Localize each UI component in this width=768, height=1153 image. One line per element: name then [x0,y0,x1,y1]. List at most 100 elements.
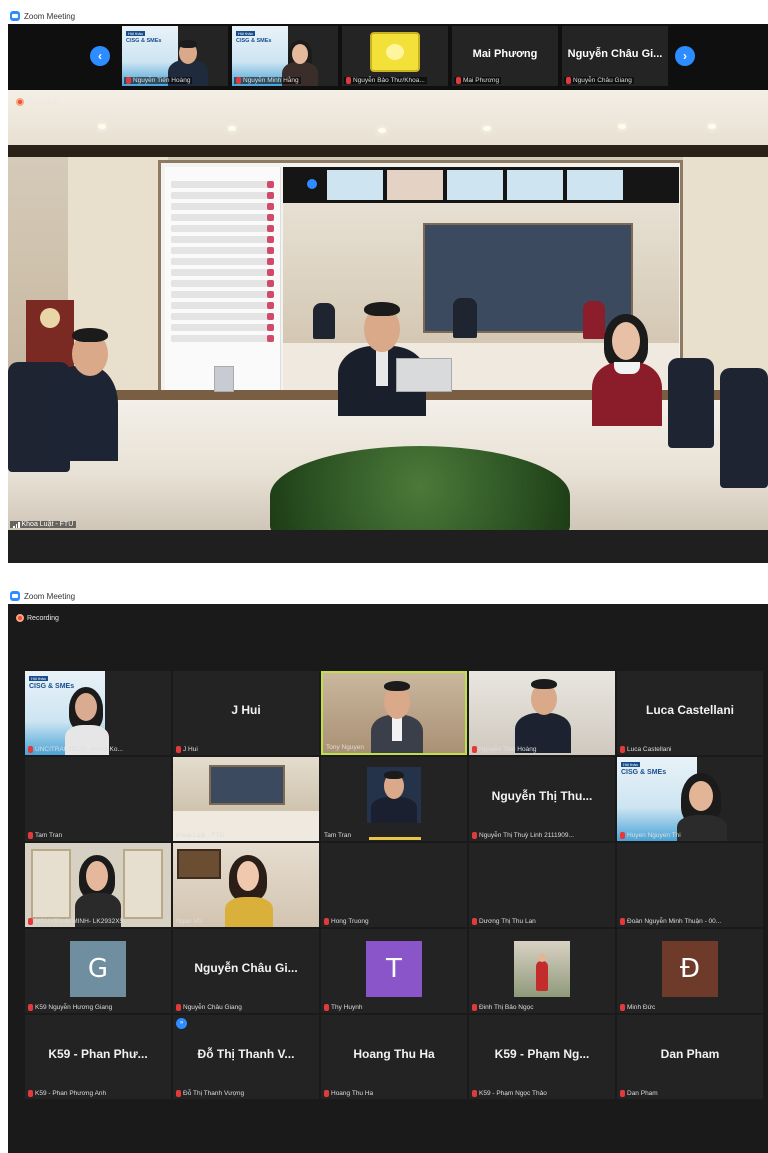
banner-tag: Hội thảo [29,676,48,681]
participant-tile[interactable]: Hong Truong [321,843,467,927]
participant-thumbnail[interactable]: Nguyễn Bảo Thư/Khoa... [342,26,448,86]
muted-mic-icon [472,832,477,839]
participant-tile[interactable]: Hội thảo CISG & SMEs Huyen Nguyen Thi [617,757,763,841]
banner-title: CISG & SMEs [29,683,75,690]
muted-mic-icon [28,1090,33,1097]
participant-name: Huyen Nguyen Thi [620,832,681,839]
window-title: Zoom Meeting [24,11,76,21]
participant-tile[interactable]: Khoa Luật - FTU [173,757,319,841]
participant-tile[interactable]: K59 - Phạm Ng... K59 - Phạm Ngọc Thảo [469,1015,615,1099]
zoom-logo-icon [10,11,20,21]
participant-tile[interactable]: T Thy Huynh [321,929,467,1013]
participant-tile[interactable]: Hoang Thu Ha Hoang Thu Ha [321,1015,467,1099]
window-title: Zoom Meeting [24,591,76,601]
participant-tile[interactable]: Ngan VU [173,843,319,927]
participant-thumbnail[interactable]: Hội thảo CISG & SMEs Nguyễn Minh Hằng [232,26,338,86]
participant-tile[interactable]: Nguyễn Châu Gi... Nguyễn Châu Giang [173,929,319,1013]
participant-name: Nguyễn Châu Giang [564,77,634,84]
participant-tile[interactable]: Đ Minh Đức [617,929,763,1013]
laptop [396,358,452,392]
banner-tag: Hội thảo [126,31,145,36]
shelf [123,849,163,919]
participant-thumbnail[interactable]: Nguyễn Châu Gi... Nguyễn Châu Giang [562,26,668,86]
recording-icon [16,614,24,622]
participant-tile[interactable]: Nguyễn Tiến Hoàng [469,671,615,755]
chevron-left-icon[interactable]: ‹ [90,46,110,66]
participant-tile[interactable]: Nguyễn Thị Thu... Nguyễn Thị Thuỳ Linh 2… [469,757,615,841]
recording-indicator[interactable]: Recording [16,614,59,622]
participant-name: Nguyễn Tiến Hoàng [472,746,536,753]
participant-tile[interactable]: Dương Thị Thu Lan [469,843,615,927]
muted-mic-icon [324,1090,329,1097]
zoom-window-speaker-view: Zoom Meeting ‹ Hội thảo CISG & SMEs Nguy… [8,8,768,563]
muted-mic-icon [346,77,351,84]
participant-display-name: Luca Castellani [645,703,735,717]
participant-display-name: Đỗ Thị Thanh V... [197,1047,295,1061]
avatar: Đ [662,941,718,997]
avatar-photo [514,941,570,997]
participant-name: Đinh Thị Bảo Ngọc [472,1004,533,1011]
participant-tile[interactable]: Đinh Thị Bảo Ngọc [469,929,615,1013]
banner-tag: Hội thảo [236,31,255,36]
window-titlebar: Zoom Meeting [8,8,768,24]
recording-indicator[interactable]: Recording [16,98,59,106]
participant-tile[interactable]: Đoàn Nguyễn Minh Thuận - 00... [617,843,763,927]
participant-display-name: J Hui [231,703,261,717]
participant-name: Hong Truong [324,918,369,925]
participant-display-name: Nguyễn Châu Gi... [567,48,663,60]
participant-name: Khoa Luật - FTU [176,832,225,839]
participant-strip: ‹ Hội thảo CISG & SMEs Nguyễn Tiến Hoàng… [8,24,768,90]
muted-mic-icon [472,918,477,925]
chevron-right-icon[interactable]: › [675,46,695,66]
muted-mic-icon [236,77,241,84]
zoom-window-gallery-view: Zoom Meeting Recording Hội thảo CISG & S… [8,588,768,1153]
muted-mic-icon [176,1004,181,1011]
laptop [214,366,234,392]
participant-display-name: Nguyễn Châu Gi... [194,961,298,975]
participant-name: K59 - Phạm Ngọc Thảo [472,1090,547,1097]
banner-title: CISG & SMEs [126,38,162,44]
muted-mic-icon [566,77,571,84]
chair [668,358,714,448]
participant-name: Dan Pham [620,1090,658,1097]
muted-mic-icon [126,77,131,84]
chair [720,368,768,488]
participant-display-name: Mai Phương [472,48,538,60]
participant-tile[interactable]: NGUYEN AI MINH- LK2932X5... [25,843,171,927]
sticker-avatar [370,32,420,72]
participant-name: NGUYEN AI MINH- LK2932X5... [28,918,129,925]
video-label: Khoa Luật - FTU [10,521,77,528]
muted-mic-icon [28,832,33,839]
muted-mic-icon [620,1004,625,1011]
participant-thumbnail[interactable]: Hội thảo CISG & SMEs Nguyễn Tiến Hoàng [122,26,228,86]
participant-thumbnail[interactable]: Mai Phương Mai Phương [452,26,558,86]
muted-mic-icon [176,1090,181,1097]
muted-mic-icon [472,1004,477,1011]
ceiling [8,90,768,145]
participant-tile-active-speaker[interactable]: Tony Nguyen [321,671,467,755]
participant-name: Tam Tran [324,832,352,839]
participant-name: Đoàn Nguyễn Minh Thuận - 00... [620,918,721,925]
banner-tag: Hội thảo [621,762,640,767]
participant-display-name: Nguyễn Thị Thu... [491,789,593,803]
muted-mic-icon [472,746,477,753]
active-speaker-video[interactable]: Khoa Luật - FTU [8,90,768,530]
participant-tile[interactable]: Dan Pham Dan Pham [617,1015,763,1099]
muted-mic-icon [28,1004,33,1011]
avatar: T [366,941,422,997]
muted-mic-icon [620,1090,625,1097]
participant-tile[interactable]: Tam Tran [25,757,171,841]
participant-tile[interactable]: Hội thảo CISG & SMEs UNCITRAL RCAP_Athir… [25,671,171,755]
participant-tile[interactable]: K59 - Phan Phư... K59 - Phan Phương Anh [25,1015,171,1099]
participant-name: K59 - Phan Phương Anh [28,1090,106,1097]
muted-mic-icon [28,746,33,753]
participant-tile[interactable]: » Đỗ Thị Thanh V... Đỗ Thị Thanh Vượng [173,1015,319,1099]
participant-tile[interactable]: Tam Tran [321,757,467,841]
room-screen [209,765,285,805]
muted-mic-icon [620,746,625,753]
screen-participant-panel [165,167,281,393]
participant-tile[interactable]: G K59 Nguyễn Hương Giang [25,929,171,1013]
participant-name: Tam Tran [28,832,62,839]
participant-tile[interactable]: J Hui J Hui [173,671,319,755]
participant-tile[interactable]: Luca Castellani Luca Castellani [617,671,763,755]
